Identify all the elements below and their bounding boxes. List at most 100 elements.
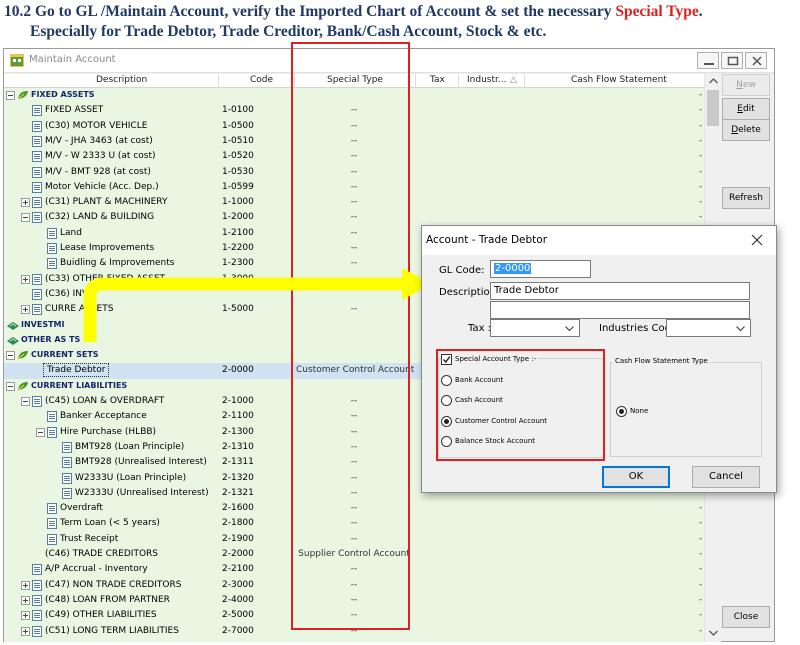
account-description: (C51) LONG TERM LIABILITIES [45,625,179,636]
tree-collapse-box-icon[interactable] [6,91,15,100]
col-description[interactable]: Description [96,75,147,85]
col-tax[interactable]: Tax [430,75,445,85]
account-code: 1-2000 [222,212,254,223]
cash-flow-value: - [699,610,703,621]
document-icon [32,212,42,224]
tax-label: Tax : [468,323,492,334]
document-icon [32,564,42,576]
tree-expand-box-icon[interactable] [21,198,30,208]
radio-cash-flow-none[interactable] [616,406,627,417]
tree-expand-box-icon[interactable] [21,611,30,621]
scroll-down-icon[interactable] [709,630,718,636]
col-code[interactable]: Code [250,75,273,85]
special-account-type-highlight [436,349,605,461]
account-description: OTHER LIABILITIES [21,641,105,642]
edit-button[interactable]: Edit [722,98,770,120]
tree-collapse-box-icon[interactable] [6,351,15,361]
document-icon [32,273,42,285]
dialog-close-icon[interactable] [750,233,764,247]
account-description: W2333U (Loan Principle) [75,472,187,483]
dialog-title: Account - Trade Debtor [426,234,548,246]
document-icon [62,472,72,484]
heading-special-type: Special Type [615,3,699,20]
cash-flow-value: - [699,90,703,100]
account-description: (C32) LAND & BUILDING [45,212,155,223]
document-icon [47,258,57,270]
document-icon [32,304,42,316]
maximize-button[interactable] [721,52,743,69]
instruction-heading: 10.2 Go to GL /Maintain Account, verify … [4,2,800,42]
sort-ascending-icon: △ [510,75,517,85]
col-separator [524,74,525,88]
account-description: Trade Debtor [42,363,110,378]
radio-label: None [630,407,649,415]
gl-code-value: 2-0000 [494,263,532,274]
document-icon [32,594,42,606]
minimize-button[interactable] [697,52,719,69]
account-description: BMT928 (Unrealised Interest) [75,457,207,468]
new-button[interactable]: New [722,74,770,96]
tax-combo[interactable] [490,319,580,337]
tree-collapse-box-icon[interactable] [6,381,15,391]
cancel-button[interactable]: Cancel [692,466,760,488]
scrollbar-thumb[interactable] [707,90,719,126]
col-separator [415,74,416,88]
account-code: 1-0599 [222,181,254,192]
cash-flow-value: - [699,197,703,208]
description-2-field[interactable] [490,301,750,319]
document-icon [62,441,72,453]
description-field[interactable]: Trade Debtor [490,282,750,300]
cash-flow-type-label: Cash Flow Statement Type [613,357,710,365]
refresh-button[interactable]: Refresh [722,187,770,209]
green-leaf-group-icon [17,91,28,100]
tree-expand-box-icon[interactable] [21,626,30,636]
tree-expand-box-icon[interactable] [21,595,30,605]
gl-code-label: GL Code: [439,265,485,276]
tree-expand-box-icon[interactable] [21,305,30,315]
delete-button[interactable]: Delete [722,119,770,141]
group-category-icon [7,336,19,345]
document-icon [47,227,57,239]
account-description: M/V - BMT 928 (at cost) [45,166,151,177]
tree-collapse-box-icon[interactable] [21,397,30,406]
tree-expand-box-icon[interactable] [21,580,30,590]
close-icon [752,56,762,66]
account-description: (C30) MOTOR VEHICLE [45,120,148,131]
chevron-down-icon [736,326,745,332]
tree-collapse-box-icon[interactable] [36,427,45,437]
dialog-titlebar: Account - Trade Debtor [422,226,776,255]
document-icon [32,151,42,163]
scroll-up-icon[interactable] [709,78,718,84]
gl-code-field[interactable]: 2-0000 [490,260,591,278]
green-leaf-group-icon [17,351,28,360]
close-window-button[interactable] [745,52,767,69]
tree-expand-box-icon[interactable] [21,274,30,284]
account-description: W2333U (Unrealised Interest) [75,487,209,498]
tree-group-row[interactable]: OTHER LIABILITIES - [4,639,704,642]
close-button[interactable]: Close [722,606,770,628]
cash-flow-value: - [699,120,703,131]
heading-line-1: 10.2 Go to GL /Maintain Account, verify … [4,2,800,22]
account-description: Hire Purchase (HLBB) [60,426,157,437]
col-separator [218,74,219,88]
account-description: Trust Receipt [60,533,119,544]
col-cash-flow[interactable]: Cash Flow Statement [571,75,667,85]
account-code: 2-3000 [222,579,254,590]
account-code: 1-3000 [222,273,254,284]
cash-flow-value: - [699,564,703,575]
account-code: 2-1800 [222,518,254,529]
document-icon [47,426,57,438]
account-description: A/P Accrual - Inventory [45,564,148,575]
col-industry[interactable]: Industr... [467,75,506,85]
account-code: 2-2100 [222,564,254,575]
cash-flow-value: - [699,135,703,146]
ok-button[interactable]: OK [602,466,670,488]
maximize-icon [727,56,739,66]
account-code: 1-2300 [222,258,254,269]
cash-flow-value: - [699,518,703,529]
industries-code-combo[interactable] [666,319,751,337]
account-code: 2-0000 [222,365,254,376]
account-code: 1-0100 [222,105,254,116]
tree-collapse-box-icon[interactable] [21,213,30,223]
app-window-icon [10,54,24,67]
